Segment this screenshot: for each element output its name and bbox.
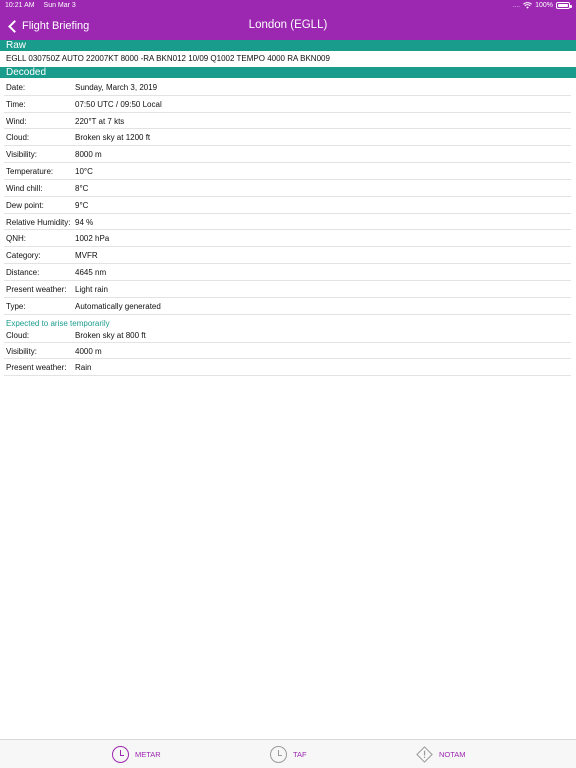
list-item: Temperature: 10°C bbox=[4, 163, 571, 180]
status-bar: 10:21 AM Sun Mar 3 .... 100% bbox=[0, 0, 576, 12]
row-value: 4000 m bbox=[75, 346, 102, 356]
row-value: 1002 hPa bbox=[75, 234, 110, 244]
status-time: 10:21 AM bbox=[5, 2, 35, 9]
row-label: Category: bbox=[6, 251, 41, 261]
list-item: Cloud: Broken sky at 800 ft bbox=[4, 327, 571, 343]
wifi-icon bbox=[523, 2, 533, 9]
tab-taf[interactable]: TAF bbox=[270, 744, 307, 765]
app-header: 10:21 AM Sun Mar 3 .... 100% Flight Brie… bbox=[0, 0, 576, 40]
row-label: Dew point: bbox=[6, 200, 44, 210]
row-value: Sunday, March 3, 2019 bbox=[75, 83, 158, 92]
row-value: 10°C bbox=[75, 167, 93, 177]
list-item: Type: Automatically generated bbox=[4, 298, 571, 315]
row-label: Present weather: bbox=[6, 284, 67, 294]
list-item: Distance: 4645 nm bbox=[4, 264, 571, 281]
tab-metar[interactable]: METAR bbox=[112, 744, 161, 765]
row-value: Broken sky at 800 ft bbox=[75, 330, 146, 340]
row-label: Type: bbox=[6, 301, 26, 311]
row-label: Temperature: bbox=[6, 167, 54, 177]
row-label: Relative Humidity: bbox=[6, 217, 71, 227]
battery-percent: 100% bbox=[535, 2, 553, 9]
row-label: Present weather: bbox=[6, 363, 67, 373]
navigation-bar: Flight Briefing London (EGLL) bbox=[0, 12, 576, 40]
list-item: Category: MVFR bbox=[4, 247, 571, 265]
tab-taf-label: TAF bbox=[293, 750, 307, 759]
row-value: 8°C bbox=[75, 183, 89, 193]
row-value: 4645 nm bbox=[75, 268, 107, 278]
list-item: Visibility: 4000 m bbox=[4, 343, 571, 360]
list-item: Wind: 220°T at 7 kts bbox=[4, 113, 571, 130]
row-label: Visibility: bbox=[6, 346, 37, 356]
row-label: QNH: bbox=[6, 234, 26, 244]
row-value: 220°T at 7 kts bbox=[75, 116, 125, 126]
list-item: Time: 07:50 UTC / 09:50 Local bbox=[4, 96, 571, 113]
cell-signal-icon: .... bbox=[512, 2, 521, 9]
row-label: Distance: bbox=[6, 268, 40, 278]
clock-icon bbox=[112, 746, 129, 763]
battery-icon bbox=[556, 2, 572, 9]
row-label: Time: bbox=[6, 99, 26, 109]
raw-section-header: Raw bbox=[0, 40, 576, 51]
tab-notam-label: NOTAM bbox=[439, 750, 466, 759]
row-value: Rain bbox=[75, 363, 92, 373]
row-value: 94 % bbox=[75, 217, 94, 227]
list-item: Dew point: 9°C bbox=[4, 197, 571, 214]
raw-metar-text: EGLL 030750Z AUTO 22007KT 8000 -RA BKN01… bbox=[6, 54, 330, 63]
page-title: London (EGLL) bbox=[248, 19, 328, 31]
list-item: Relative Humidity: 94 % bbox=[4, 214, 571, 231]
list-item: Wind chill: 8°C bbox=[4, 180, 571, 197]
row-label: Cloud: bbox=[6, 330, 30, 340]
list-item: Date: Sunday, March 3, 2019 bbox=[4, 79, 571, 96]
row-value: MVFR bbox=[75, 251, 98, 261]
status-right: .... 100% bbox=[512, 2, 572, 9]
row-label: Wind: bbox=[6, 116, 27, 126]
clock-forward-icon bbox=[270, 746, 287, 763]
row-label: Cloud: bbox=[6, 133, 30, 143]
tab-notam[interactable]: NOTAM bbox=[416, 744, 466, 765]
status-left: 10:21 AM Sun Mar 3 bbox=[5, 2, 76, 9]
row-label: Visibility: bbox=[6, 150, 37, 160]
warning-icon bbox=[416, 746, 433, 763]
tab-bar: METAR TAF NOTAM bbox=[0, 739, 576, 768]
row-label: Date: bbox=[6, 83, 26, 92]
temporary-heading: Expected to arise temporarily bbox=[6, 318, 110, 328]
tab-metar-label: METAR bbox=[135, 750, 161, 759]
decoded-list: Date: Sunday, March 3, 2019 Time: 07:50 UT… bbox=[0, 79, 576, 377]
list-item: Cloud: Broken sky at 1200 ft bbox=[4, 129, 571, 147]
list-item: Present weather: Rain bbox=[4, 359, 571, 377]
row-value: 8000 m bbox=[75, 150, 102, 160]
decoded-section-header: Decoded bbox=[0, 67, 576, 78]
row-label: Wind chill: bbox=[6, 183, 43, 193]
row-value: 07:50 UTC / 09:50 Local bbox=[75, 99, 162, 109]
list-item: Visibility: 8000 m bbox=[4, 146, 571, 164]
row-value: Broken sky at 1200 ft bbox=[75, 133, 151, 143]
status-date: Sun Mar 3 bbox=[43, 2, 76, 9]
row-value: Automatically generated bbox=[75, 301, 161, 311]
list-item: QNH: 1002 hPa bbox=[4, 230, 571, 248]
row-value: 9°C bbox=[75, 200, 89, 210]
list-item: Present weather: Light rain bbox=[4, 281, 571, 298]
row-value: Light rain bbox=[75, 284, 108, 294]
